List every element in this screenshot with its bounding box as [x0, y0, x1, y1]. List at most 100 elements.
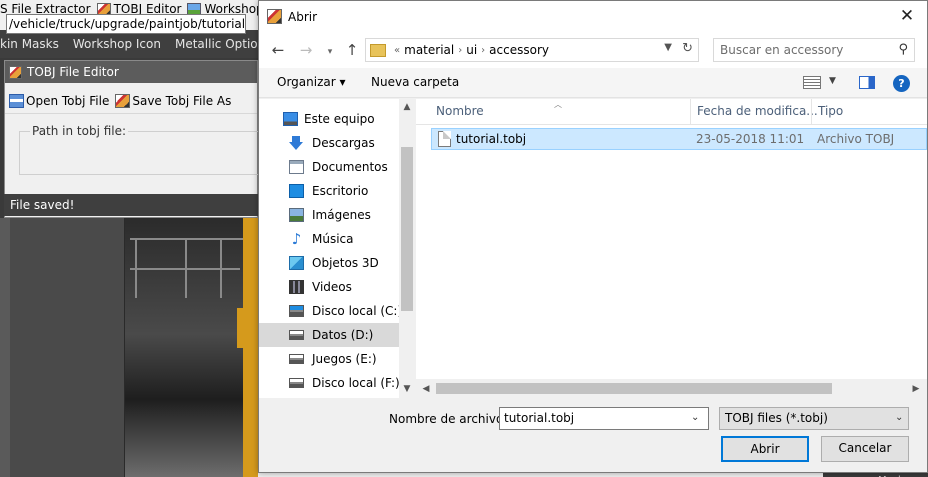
- menu-metallic-options[interactable]: Metallic Options: [175, 37, 258, 51]
- scene-yellow-beam: [243, 218, 258, 477]
- scroll-up-icon[interactable]: ▲: [399, 99, 415, 115]
- forward-arrow-icon[interactable]: →: [297, 41, 315, 59]
- breadcrumb-material[interactable]: material: [404, 43, 454, 57]
- file-type: Archivo TOBJ: [817, 132, 895, 146]
- organize-label: Organizar: [277, 75, 336, 89]
- open-tobj-label: Open Tobj File: [26, 93, 110, 108]
- menu-workshop-icon[interactable]: Workshop Icon: [73, 37, 161, 51]
- column-header-name[interactable]: Nombre: [436, 104, 484, 118]
- filetype-select[interactable]: TOBJ files (*.tobj): [719, 407, 909, 430]
- chevron-down-icon[interactable]: ⌄: [691, 412, 699, 423]
- column-divider[interactable]: [690, 99, 691, 125]
- view-options-icon[interactable]: [803, 76, 821, 89]
- dialog-titlebar[interactable]: Abrir: [259, 1, 927, 32]
- scene-rail: [130, 238, 255, 240]
- file-list-horizontal-scrollbar[interactable]: ◀ ▶: [416, 379, 927, 398]
- organize-button[interactable]: Organizar ▾: [277, 75, 346, 89]
- open-file-dialog: Abrir ✕ ← → ▾ ↑ « material › ui › access…: [258, 0, 928, 473]
- back-arrow-icon[interactable]: ←: [269, 41, 287, 59]
- scroll-left-icon[interactable]: ◀: [418, 381, 434, 397]
- nav-item-drive-e[interactable]: Juegos (E:): [259, 347, 399, 371]
- background-side-panel: [0, 218, 125, 477]
- nav-item-pictures[interactable]: Imágenes: [259, 203, 399, 227]
- chevron-right-icon[interactable]: ›: [481, 45, 485, 56]
- search-input[interactable]: Buscar en accessory ⚲: [713, 38, 915, 62]
- floppy-icon: [9, 93, 24, 108]
- chevron-right-icon[interactable]: ›: [458, 45, 462, 56]
- nav-item-this-pc[interactable]: Este equipo: [259, 107, 399, 131]
- drive-icon: [289, 378, 304, 388]
- scroll-down-icon[interactable]: ▼: [399, 381, 415, 397]
- nav-item-3d-objects[interactable]: Objetos 3D: [259, 251, 399, 275]
- nav-item-drive-c[interactable]: Disco local (C:): [259, 299, 403, 323]
- column-header-type[interactable]: Tipo: [818, 104, 843, 118]
- scene-post: [185, 238, 187, 298]
- column-header-date[interactable]: Fecha de modifica...: [697, 104, 818, 118]
- file-date: 23-05-2018 11:01: [696, 132, 805, 146]
- nav-item-music[interactable]: ♪ Música: [259, 227, 399, 251]
- navigation-pane: Este equipo Descargas Documentos Escrito…: [259, 99, 415, 398]
- dialog-navigation-bar: ← → ▾ ↑ « material › ui › accessory ▼ ↻ …: [259, 32, 927, 68]
- drive-icon: [289, 354, 304, 364]
- filename-label: Nombre de archivo:: [389, 412, 508, 426]
- chevron-down-icon[interactable]: ⌄: [895, 412, 903, 423]
- up-arrow-icon[interactable]: ↑: [343, 41, 361, 59]
- chevron-down-icon[interactable]: ▼: [664, 42, 672, 53]
- nav-item-documents[interactable]: Documentos: [259, 155, 399, 179]
- computer-icon: [283, 112, 298, 126]
- scroll-right-icon[interactable]: ▶: [908, 381, 924, 397]
- cancel-button[interactable]: Cancelar: [821, 436, 909, 462]
- address-bar[interactable]: « material › ui › accessory ▼ ↻: [365, 38, 699, 62]
- 3d-objects-icon: [289, 256, 304, 270]
- pictures-icon: [289, 208, 304, 222]
- nav-item-label: Disco local (F:): [312, 376, 400, 390]
- breadcrumb-accessory[interactable]: accessory: [489, 43, 549, 57]
- folder-icon: [370, 43, 386, 57]
- open-tobj-button[interactable]: Open Tobj File: [9, 93, 110, 108]
- file-name: tutorial.tobj: [456, 132, 527, 146]
- open-button[interactable]: Abrir: [721, 436, 809, 462]
- horizontal-scroll-thumb[interactable]: [436, 383, 832, 394]
- new-folder-button[interactable]: Nueva carpeta: [371, 75, 459, 89]
- refresh-icon[interactable]: ↻: [682, 41, 693, 56]
- save-tobj-as-button[interactable]: Save Tobj File As: [115, 93, 232, 108]
- nav-item-desktop[interactable]: Escritorio: [259, 179, 399, 203]
- chevron-down-icon[interactable]: ▼: [829, 76, 836, 86]
- nav-item-videos[interactable]: Videos: [259, 275, 399, 299]
- breadcrumb-ui[interactable]: ui: [466, 43, 477, 57]
- save-tobj-as-label: Save Tobj File As: [132, 93, 232, 108]
- 3d-preview-viewport[interactable]: [125, 218, 258, 477]
- file-row[interactable]: tutorial.tobj 23-05-2018 11:01 Archivo T…: [431, 128, 927, 150]
- help-icon[interactable]: ?: [893, 75, 910, 92]
- filename-input[interactable]: tutorial.tobj: [499, 407, 709, 430]
- nav-item-downloads[interactable]: Descargas: [259, 131, 399, 155]
- nav-item-label: Documentos: [312, 160, 388, 174]
- tobj-path-input[interactable]: /vehicle/truck/upgrade/paintjob/tutorial…: [6, 14, 246, 34]
- sort-ascending-icon: ︿: [554, 100, 562, 109]
- nav-item-drive-d[interactable]: Datos (D:): [259, 323, 399, 347]
- nav-item-label: Objetos 3D: [312, 256, 379, 270]
- downloads-icon: [289, 136, 304, 150]
- close-icon[interactable]: ✕: [899, 8, 915, 25]
- desktop-icon: [289, 184, 304, 198]
- menu-skin-masks[interactable]: kin Masks: [0, 37, 59, 51]
- breadcrumb-overflow[interactable]: «: [394, 45, 400, 56]
- scene-yellow-detail: [237, 308, 245, 348]
- system-drive-icon: [289, 305, 304, 317]
- tobj-path-group-label: Path in tobj file:: [30, 124, 129, 138]
- background-left-strip: [0, 218, 10, 477]
- nav-item-label: Disco local (C:): [312, 304, 403, 318]
- nav-item-drive-f[interactable]: Disco local (F:): [259, 371, 400, 395]
- scene-post: [220, 238, 222, 298]
- preview-pane-icon[interactable]: [859, 76, 875, 89]
- search-icon[interactable]: ⚲: [898, 42, 908, 57]
- pencil-icon: [115, 93, 131, 108]
- music-icon: ♪: [291, 230, 302, 248]
- tobj-editor-titlebar[interactable]: TOBJ File Editor: [5, 61, 257, 83]
- column-divider[interactable]: [811, 99, 812, 125]
- documents-icon: [289, 160, 304, 174]
- chevron-down-icon[interactable]: ▾: [321, 43, 339, 61]
- navigation-pane-scroll-thumb[interactable]: [401, 147, 413, 311]
- drive-icon: [289, 330, 304, 340]
- scene-post: [135, 238, 137, 298]
